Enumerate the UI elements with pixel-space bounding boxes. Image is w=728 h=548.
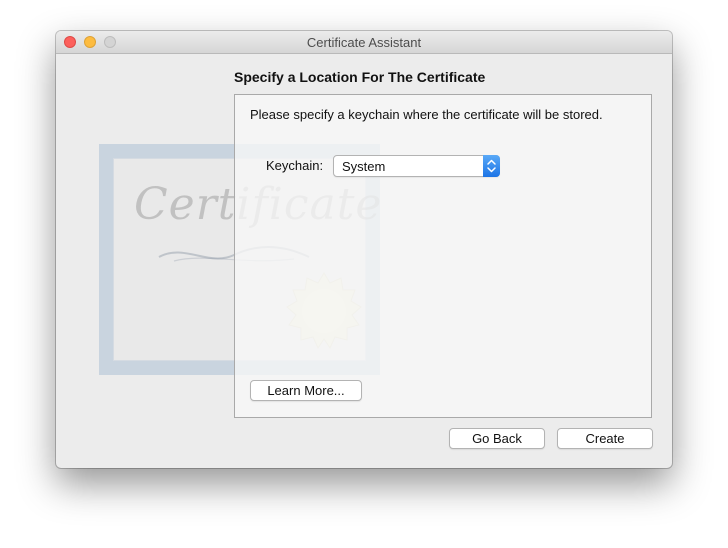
popup-arrows-icon	[483, 155, 500, 177]
title-bar[interactable]: Certificate Assistant	[56, 31, 672, 54]
certificate-assistant-window: Certificate Assistant Certificate Specif…	[56, 31, 672, 468]
zoom-button[interactable]	[104, 36, 116, 48]
page-heading: Specify a Location For The Certificate	[234, 69, 486, 85]
instruction-text: Please specify a keychain where the cert…	[250, 107, 603, 122]
keychain-label: Keychain:	[266, 158, 324, 173]
keychain-popup-value: System	[342, 159, 386, 174]
create-button[interactable]: Create	[557, 428, 653, 449]
go-back-button[interactable]: Go Back	[449, 428, 545, 449]
window-title: Certificate Assistant	[306, 35, 422, 50]
minimize-button[interactable]	[84, 36, 96, 48]
close-button[interactable]	[64, 36, 76, 48]
content-panel: Please specify a keychain where the cert…	[234, 94, 652, 418]
learn-more-button[interactable]: Learn More...	[250, 380, 362, 401]
keychain-popup[interactable]: System	[333, 155, 500, 177]
